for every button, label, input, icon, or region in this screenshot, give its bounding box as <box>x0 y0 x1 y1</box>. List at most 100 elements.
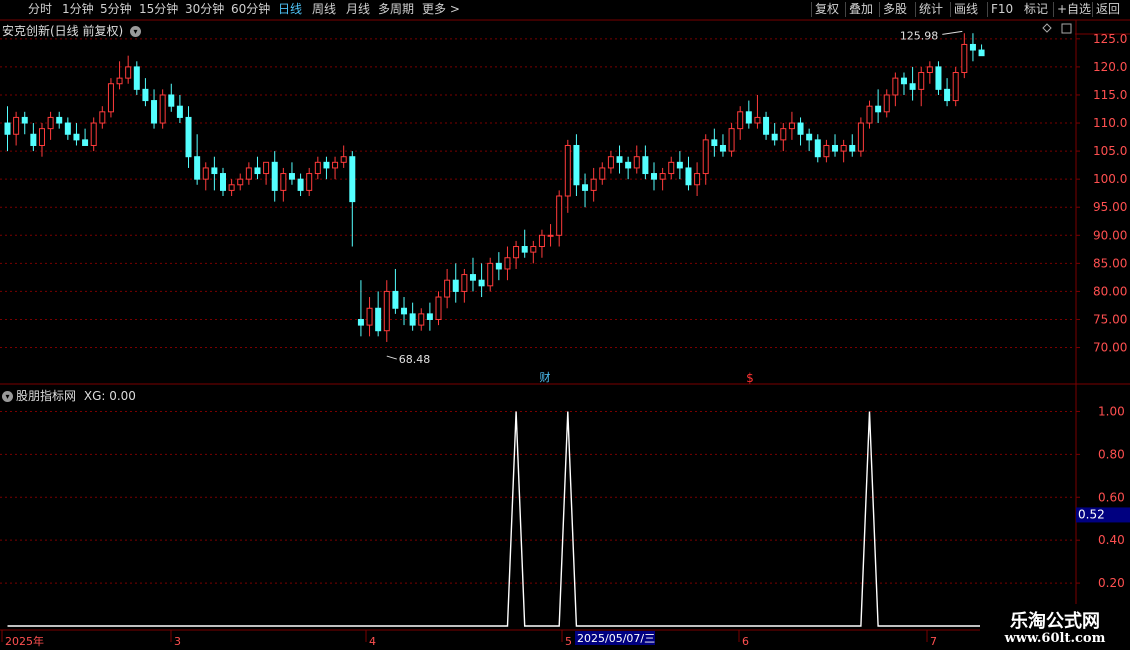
candle-body <box>478 279 485 287</box>
toolbar-button-6[interactable]: +自选 <box>1057 1 1091 18</box>
candle-body <box>297 178 304 191</box>
toolbar-divider <box>845 2 846 17</box>
toolbar-divider <box>879 2 880 17</box>
toolbar-button-3[interactable]: 统计 <box>919 1 943 18</box>
period-tab-7[interactable]: 周线 <box>312 1 336 18</box>
price-tick-label: 120.0 <box>1093 60 1127 74</box>
candle-body <box>564 144 571 197</box>
chevron-down-icon[interactable]: ▾ <box>2 391 13 402</box>
date-label: 7 <box>930 635 937 648</box>
price-tick-label: 85.00 <box>1093 256 1127 270</box>
xg-indicator-line <box>7 411 982 627</box>
candle-body <box>840 144 847 152</box>
candle-body <box>228 184 235 191</box>
candle-body <box>849 144 856 152</box>
toolbar-button-5[interactable]: F10 <box>991 1 1013 18</box>
candle-body <box>4 122 11 135</box>
candle-body <box>676 161 683 169</box>
period-tab-5[interactable]: 60分钟 <box>231 1 270 18</box>
candle-body <box>426 313 433 320</box>
toolbar-button-4[interactable]: 画线 <box>954 1 978 18</box>
candle-body <box>142 88 149 102</box>
candle-body <box>659 173 666 180</box>
candle-body <box>823 144 830 158</box>
toolbar-button-1[interactable]: 叠加 <box>849 1 873 18</box>
main-panel-title: 安克创新(日线 前复权) ▾ <box>2 22 144 39</box>
candle-body <box>788 122 795 130</box>
chart-area[interactable]: 125.0 120.0 115.0 110.0 105.0 100.0 95.00 90.00… <box>0 20 1130 650</box>
candle-body <box>418 313 425 326</box>
price-tick-label: 90.00 <box>1093 228 1127 242</box>
period-tab-8[interactable]: 月线 <box>346 1 370 18</box>
date-highlight-label: 2025/05/07/三 <box>577 632 655 645</box>
candle-body <box>530 246 537 253</box>
period-tab-10[interactable]: 更多 > <box>422 1 460 18</box>
toolbar-button-0[interactable]: 复权 <box>815 1 839 18</box>
candle-body <box>125 66 132 79</box>
period-tab-9[interactable]: 多周期 <box>378 1 414 18</box>
candle-body <box>944 88 951 102</box>
candle-body <box>469 274 476 281</box>
candle-body <box>771 133 778 141</box>
candle-body <box>633 156 640 169</box>
period-tab-4[interactable]: 30分钟 <box>185 1 224 18</box>
indicator-tick-label: 0.60 <box>1098 490 1125 504</box>
period-tab-6[interactable]: 日线 <box>278 1 302 18</box>
price-tick-label: 80.00 <box>1093 284 1127 298</box>
candle-body <box>495 262 502 270</box>
toolbar-divider <box>1053 2 1054 17</box>
candle-body <box>685 167 692 186</box>
candle-body <box>90 122 97 146</box>
candle-body <box>754 116 761 124</box>
period-tab-0[interactable]: 分时 <box>28 1 52 18</box>
candle-body <box>607 156 614 169</box>
candle-body <box>892 77 899 96</box>
candle-body <box>728 128 735 152</box>
price-tick-label: 70.00 <box>1093 341 1127 355</box>
candle-body <box>409 313 416 326</box>
candle-body <box>461 274 468 292</box>
low-pointer <box>386 355 397 360</box>
candle-body <box>969 43 976 51</box>
high-pointer <box>942 30 963 35</box>
candle-body <box>521 246 528 253</box>
candle-body <box>556 195 563 236</box>
indicator-name: 股朋指标网 <box>16 389 77 403</box>
candle-body <box>306 173 313 191</box>
period-tab-2[interactable]: 5分钟 <box>100 1 132 18</box>
indicator-tick-label: 1.00 <box>1098 404 1125 418</box>
candle-body <box>220 173 226 191</box>
logo-main-text: 乐淘公式网 <box>1010 611 1100 632</box>
low-price-label: 68.48 <box>399 353 431 366</box>
candle-body <box>64 122 71 135</box>
high-price-label: 125.98 <box>900 29 939 42</box>
candle-body <box>582 184 589 191</box>
price-tick-label: 100.0 <box>1093 172 1127 186</box>
candle-body <box>599 167 606 180</box>
toolbar-divider <box>811 2 812 17</box>
candle-body <box>926 66 933 74</box>
candle-body <box>176 105 183 118</box>
period-tab-3[interactable]: 15分钟 <box>139 1 178 18</box>
toolbar-button-7[interactable]: 返回 <box>1096 1 1120 18</box>
period-tab-1[interactable]: 1分钟 <box>62 1 94 18</box>
candle-body <box>832 144 839 152</box>
candle-body <box>857 122 864 152</box>
candle-body <box>547 234 554 237</box>
candle-body <box>694 173 701 186</box>
candle-body <box>383 290 390 332</box>
candle-body <box>719 144 726 152</box>
mark-button[interactable]: 标记 <box>1024 1 1048 18</box>
candle-body <box>245 167 252 180</box>
period-toolbar: 分时 1分钟 5分钟 15分钟 30分钟 60分钟 日线 周线 月线 多周期 更多 > 复权 叠加 多股统… <box>0 0 1130 20</box>
toolbar-divider <box>950 2 951 17</box>
logo-url-text: www.60lt.com <box>1004 631 1106 646</box>
candle-body <box>237 178 244 186</box>
candle-body <box>30 133 37 146</box>
candle-body <box>392 290 399 309</box>
candle-body <box>82 139 89 146</box>
toolbar-button-2[interactable]: 多股 <box>883 1 907 18</box>
price-tick-label: 110.0 <box>1093 116 1127 130</box>
chevron-down-icon[interactable]: ▾ <box>130 26 142 37</box>
candle-body <box>444 279 451 298</box>
